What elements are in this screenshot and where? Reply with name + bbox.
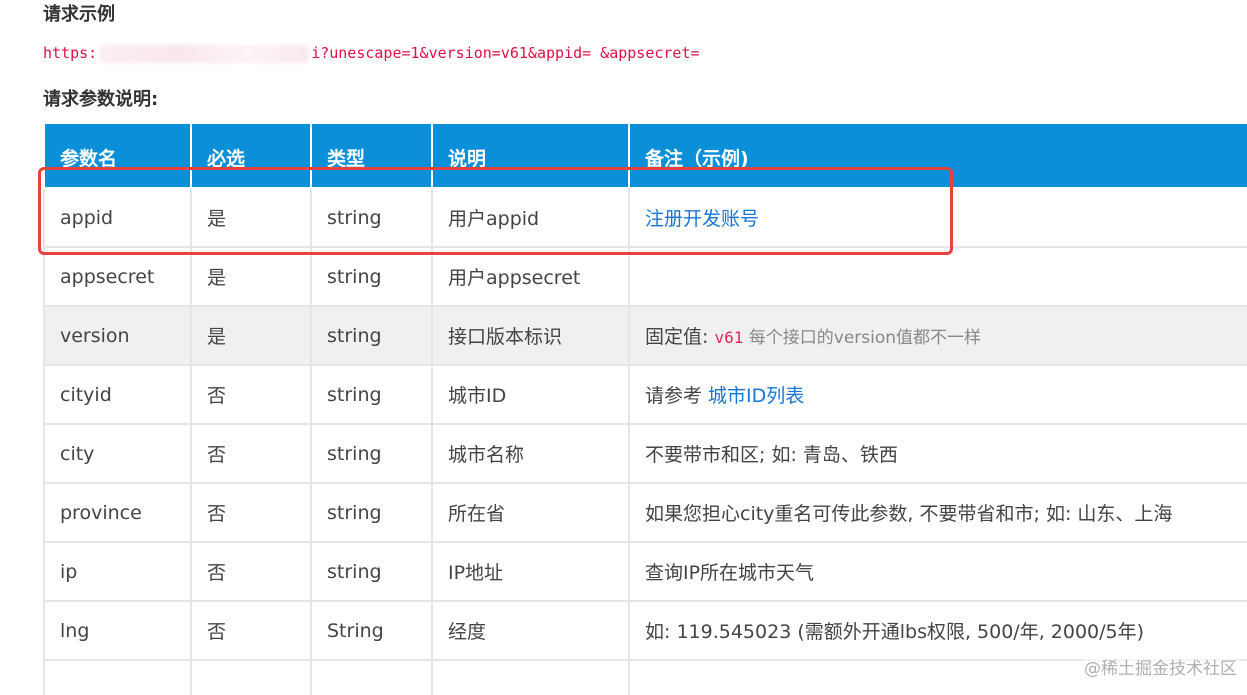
- param-note: [628, 246, 1247, 307]
- param-type-empty: [310, 659, 433, 695]
- params-table: 参数名 必选 类型 说明 备注（示例) appid 是 string 用户app…: [43, 124, 1247, 695]
- param-type: string: [310, 541, 433, 602]
- param-note: 请参考 城市ID列表: [628, 364, 1247, 425]
- url-suffix: i?unescape=1&version=v61&appid= &appsecr…: [311, 44, 700, 62]
- param-required: 是: [190, 246, 312, 307]
- param-desc: IP地址: [431, 541, 630, 602]
- note-prefix: 请参考: [645, 385, 709, 407]
- param-note: 如: 119.545023 (需额外开通lbs权限, 500/年, 2000/5…: [628, 600, 1247, 661]
- param-type: string: [310, 246, 433, 307]
- param-name: province: [43, 482, 192, 543]
- param-name-empty: [43, 659, 192, 695]
- param-required: 否: [190, 364, 312, 425]
- param-note: 查询IP所在城市天气: [628, 541, 1247, 602]
- city-id-list-link[interactable]: 城市ID列表: [708, 385, 804, 407]
- param-desc: 所在省: [431, 482, 630, 543]
- param-note: 不要带市和区; 如: 青岛、铁西: [628, 423, 1247, 484]
- table-row: province 否 string 所在省 如果您担心city重名可传此参数, …: [43, 482, 1247, 543]
- table-row: appid 是 string 用户appid 注册开发账号: [43, 187, 1247, 248]
- param-name: ip: [43, 541, 192, 602]
- param-type: string: [310, 364, 433, 425]
- param-required: 否: [190, 541, 312, 602]
- param-note: 固定值: v61 每个接口的version值都不一样: [628, 305, 1247, 366]
- header-param-name: 参数名: [43, 124, 192, 189]
- param-required: 否: [190, 423, 312, 484]
- note-prefix: 固定值:: [645, 326, 715, 348]
- param-name: cityid: [43, 364, 192, 425]
- doc-page: 请求示例 https: i?unescape=1&version=v61&appi…: [0, 0, 1247, 695]
- table-row: appsecret 是 string 用户appsecret: [43, 246, 1247, 307]
- table-row: cityid 否 string 城市ID 请参考 城市ID列表: [43, 364, 1247, 425]
- table-row: city 否 string 城市名称 不要带市和区; 如: 青岛、铁西: [43, 423, 1247, 484]
- param-name: lng: [43, 600, 192, 661]
- param-required: 是: [190, 187, 312, 248]
- param-required: 否: [190, 600, 312, 661]
- param-type: string: [310, 305, 433, 366]
- register-dev-account-link[interactable]: 注册开发账号: [645, 208, 759, 230]
- header-description: 说明: [431, 124, 630, 189]
- param-required: 是: [190, 305, 312, 366]
- param-note: 如果您担心city重名可传此参数, 不要带省和市; 如: 山东、上海: [628, 482, 1247, 543]
- header-note: 备注（示例): [628, 124, 1247, 189]
- param-desc: 用户appsecret: [431, 246, 630, 307]
- param-type: string: [310, 482, 433, 543]
- note-muted: 每个接口的version值都不一样: [743, 328, 982, 348]
- param-name: appsecret: [43, 246, 192, 307]
- param-desc: 经度: [431, 600, 630, 661]
- version-code: v61: [714, 328, 744, 347]
- url-prefix: https:: [43, 44, 98, 62]
- param-desc-empty: [431, 659, 630, 695]
- request-example-heading: 请求示例: [43, 4, 115, 25]
- request-params-heading: 请求参数说明:: [43, 89, 159, 110]
- watermark: @稀土掘金技术社区: [1082, 654, 1239, 679]
- param-desc: 城市ID: [431, 364, 630, 425]
- request-example-url: https: i?unescape=1&version=v61&appid= &a…: [43, 44, 700, 63]
- param-desc: 城市名称: [431, 423, 630, 484]
- param-type: String: [310, 600, 433, 661]
- table-header-row: 参数名 必选 类型 说明 备注（示例): [43, 124, 1247, 189]
- param-type: string: [310, 187, 433, 248]
- param-required-empty: [190, 659, 312, 695]
- table-row: ip 否 string IP地址 查询IP所在城市天气: [43, 541, 1247, 602]
- table-row: version 是 string 接口版本标识 固定值: v61 每个接口的ve…: [43, 305, 1247, 366]
- header-required: 必选: [190, 124, 312, 189]
- param-desc: 接口版本标识: [431, 305, 630, 366]
- param-type: string: [310, 423, 433, 484]
- url-redacted-blur: [99, 44, 310, 63]
- param-name: appid: [43, 187, 192, 248]
- table-row: lng 否 String 经度 如: 119.545023 (需额外开通lbs权…: [43, 600, 1247, 661]
- table-row: [43, 659, 1247, 695]
- param-desc: 用户appid: [431, 187, 630, 248]
- param-name: version: [43, 305, 192, 366]
- header-type: 类型: [310, 124, 433, 189]
- param-note: 注册开发账号: [628, 187, 1247, 248]
- param-name: city: [43, 423, 192, 484]
- param-required: 否: [190, 482, 312, 543]
